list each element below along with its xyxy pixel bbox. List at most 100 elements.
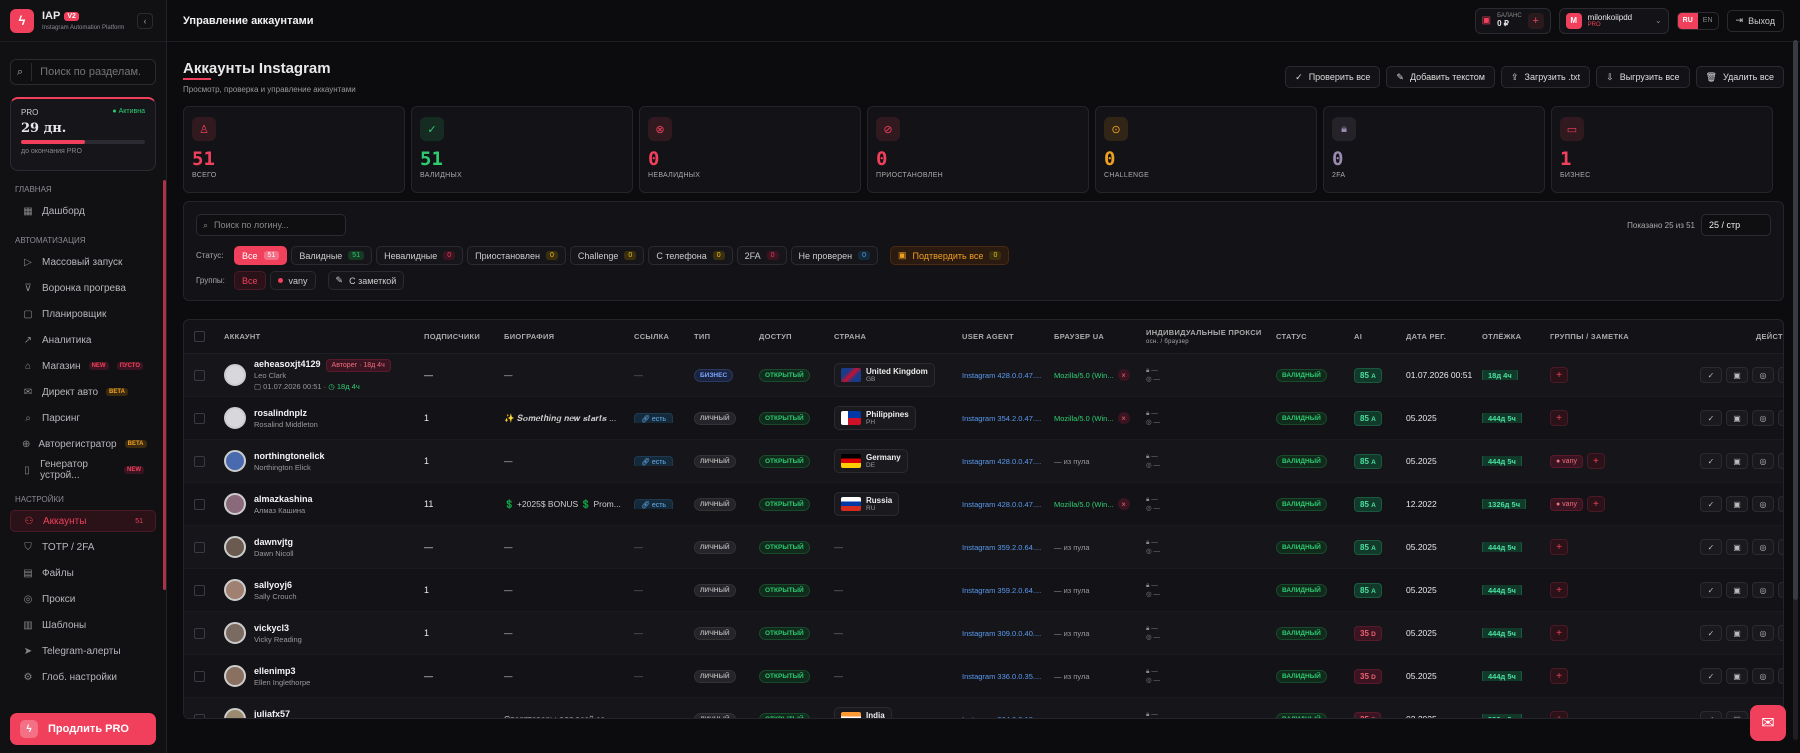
per-page-select[interactable]: 25 / стр bbox=[1701, 214, 1771, 236]
account-login[interactable]: ellenimp3 bbox=[254, 666, 296, 676]
language-switch[interactable]: RU EN bbox=[1676, 11, 1719, 30]
check-button[interactable]: ✓ bbox=[1700, 410, 1722, 426]
account-login[interactable]: almazkashina bbox=[254, 494, 313, 504]
sidebar-item[interactable]: ▯ Генератор устрой... NEW bbox=[10, 459, 156, 481]
user-agent[interactable]: Instagram 359.2.0.64.... bbox=[962, 543, 1041, 552]
account-cell[interactable]: rosalindnplz Rosalind Middleton bbox=[224, 407, 424, 429]
instagram-button[interactable]: ▣ bbox=[1726, 367, 1748, 383]
browser-ua[interactable]: Mozilla/5.0 (Win... bbox=[1054, 414, 1114, 423]
row-checkbox[interactable] bbox=[194, 584, 205, 596]
user-agent[interactable]: Instagram 309.0.0.40.... bbox=[962, 629, 1041, 638]
status-filter-chip[interactable]: 2FA 0 bbox=[736, 246, 787, 265]
account-login[interactable]: dawnvjtg bbox=[254, 537, 293, 547]
account-login[interactable]: rosalindnplz bbox=[254, 408, 307, 418]
sidebar-item[interactable]: ⚙ Глоб. настройки bbox=[10, 666, 156, 688]
select-all-checkbox[interactable] bbox=[194, 331, 205, 342]
sidebar-item[interactable]: ✉ Директ авто BETA bbox=[10, 381, 156, 403]
sidebar-item[interactable]: ◎ Прокси bbox=[10, 588, 156, 610]
lang-ru[interactable]: RU bbox=[1677, 12, 1698, 29]
globe-button[interactable]: ◎ bbox=[1752, 496, 1774, 512]
more-button[interactable]: ⋮ bbox=[1778, 625, 1783, 641]
account-cell[interactable]: vickycl3 Vicky Reading bbox=[224, 622, 424, 644]
remove-ua-button[interactable]: × bbox=[1117, 498, 1130, 510]
status-filter-chip[interactable]: Приостановлен 0 bbox=[467, 246, 566, 265]
globe-button[interactable]: ◎ bbox=[1752, 367, 1774, 383]
account-cell[interactable]: sallyoyj6 Sally Crouch bbox=[224, 579, 424, 601]
row-checkbox[interactable] bbox=[194, 627, 205, 639]
globe-button[interactable]: ◎ bbox=[1752, 410, 1774, 426]
add-group-button[interactable]: + bbox=[1550, 711, 1568, 718]
user-agent[interactable]: Instagram 354.2.0.47.... bbox=[962, 414, 1041, 423]
chat-button[interactable]: ✉ bbox=[1750, 705, 1786, 741]
row-checkbox[interactable] bbox=[194, 498, 205, 510]
header-button[interactable]: ✎ Добавить текстом bbox=[1386, 66, 1495, 88]
group-chip-all[interactable]: Все bbox=[234, 271, 266, 290]
row-checkbox[interactable] bbox=[194, 713, 205, 718]
add-group-button[interactable]: + bbox=[1550, 582, 1568, 598]
add-group-button[interactable]: + bbox=[1550, 367, 1568, 383]
with-note-chip[interactable]: ✎ С заметкой bbox=[327, 271, 405, 290]
check-button[interactable]: ✓ bbox=[1700, 367, 1722, 383]
instagram-button[interactable]: ▣ bbox=[1726, 625, 1748, 641]
more-button[interactable]: ⋮ bbox=[1778, 367, 1783, 383]
status-filter-chip[interactable]: Challenge 0 bbox=[569, 246, 645, 265]
globe-button[interactable]: ◎ bbox=[1752, 625, 1774, 641]
user-agent[interactable]: Instagram 428.0.0.47.... bbox=[962, 500, 1041, 509]
group-chip-vany[interactable]: vany bbox=[269, 271, 316, 290]
sidebar-item[interactable]: ➤ Telegram-алерты bbox=[10, 640, 156, 662]
account-login[interactable]: northingtonelick bbox=[254, 451, 325, 461]
logout-button[interactable]: ⇥ Выход bbox=[1726, 9, 1784, 32]
add-group-button[interactable]: + bbox=[1586, 453, 1605, 469]
globe-button[interactable]: ◎ bbox=[1752, 668, 1774, 684]
header-button[interactable]: ⇪ Загрузить .txt bbox=[1501, 66, 1591, 88]
browser-ua[interactable]: Mozilla/5.0 (Win... bbox=[1054, 500, 1114, 509]
more-button[interactable]: ⋮ bbox=[1778, 453, 1783, 469]
link-badge[interactable]: 🔗︎ есть bbox=[634, 499, 674, 509]
account-cell[interactable]: ellenimp3 Ellen Inglethorpe bbox=[224, 665, 424, 687]
account-login[interactable]: sallyoyj6 bbox=[254, 580, 292, 590]
sidebar-item[interactable]: ⌕ Парсинг bbox=[10, 407, 156, 429]
globe-button[interactable]: ◎ bbox=[1752, 453, 1774, 469]
instagram-button[interactable]: ▣ bbox=[1726, 410, 1748, 426]
instagram-button[interactable]: ▣ bbox=[1726, 711, 1748, 718]
sidebar-item[interactable]: ⌂ Магазин NEW ПУСТО bbox=[10, 355, 156, 377]
add-group-button[interactable]: + bbox=[1550, 410, 1568, 426]
remove-ua-button[interactable]: × bbox=[1117, 369, 1130, 381]
more-button[interactable]: ⋮ bbox=[1778, 496, 1783, 512]
row-checkbox[interactable] bbox=[194, 541, 205, 553]
globe-button[interactable]: ◎ bbox=[1752, 539, 1774, 555]
sidebar-item[interactable]: ▥ Шаблоны bbox=[10, 614, 156, 636]
remove-ua-button[interactable]: × bbox=[1117, 412, 1130, 424]
account-login[interactable]: vickycl3 bbox=[254, 623, 289, 633]
account-login[interactable]: aeheasoxjt4129 bbox=[254, 359, 321, 369]
add-group-button[interactable]: + bbox=[1550, 668, 1568, 684]
account-cell[interactable]: dawnvjtg Dawn Nicoll bbox=[224, 536, 424, 558]
check-button[interactable]: ✓ bbox=[1700, 539, 1722, 555]
account-cell[interactable]: juliafx57Julia Findlay bbox=[224, 708, 424, 718]
check-button[interactable]: ✓ bbox=[1700, 625, 1722, 641]
instagram-button[interactable]: ▣ bbox=[1726, 453, 1748, 469]
account-cell[interactable]: aeheasoxjt4129 Авторег · 18д 4ч Leo Clark ▢… bbox=[224, 359, 424, 391]
user-agent[interactable]: Instagram 359.2.0.64.... bbox=[962, 586, 1041, 595]
add-group-button[interactable]: + bbox=[1550, 625, 1568, 641]
header-button[interactable]: ⇩ Выгрузить все bbox=[1596, 66, 1690, 88]
instagram-button[interactable]: ▣ bbox=[1726, 582, 1748, 598]
more-button[interactable]: ⋮ bbox=[1778, 668, 1783, 684]
collapse-sidebar-button[interactable]: ‹ bbox=[137, 13, 153, 29]
more-button[interactable]: ⋮ bbox=[1778, 539, 1783, 555]
status-filter-chip[interactable]: С телефона 0 bbox=[648, 246, 733, 265]
sidebar-item[interactable]: ⊽ Воронка прогрева bbox=[10, 277, 156, 299]
sidebar-scrollbar[interactable] bbox=[163, 180, 166, 590]
header-button[interactable]: ✓ Проверить все bbox=[1285, 66, 1381, 88]
sidebar-item[interactable]: ⛉ TOTP / 2FA bbox=[10, 536, 156, 558]
status-filter-chip[interactable]: Не проверен 0 bbox=[790, 246, 878, 265]
more-button[interactable]: ⋮ bbox=[1778, 410, 1783, 426]
login-search[interactable]: ⌕ Поиск по логину... bbox=[196, 214, 346, 236]
confirm-all-button[interactable]: ▣ Подтвердить все 0 bbox=[890, 246, 1010, 265]
row-checkbox[interactable] bbox=[194, 412, 205, 424]
instagram-button[interactable]: ▣ bbox=[1726, 539, 1748, 555]
sidebar-item[interactable]: ⚇ Аккаунты 51 bbox=[10, 510, 156, 532]
account-cell[interactable]: northingtonelick Northington Elick bbox=[224, 450, 424, 472]
row-checkbox[interactable] bbox=[194, 455, 205, 467]
check-button[interactable]: ✓ bbox=[1700, 582, 1722, 598]
